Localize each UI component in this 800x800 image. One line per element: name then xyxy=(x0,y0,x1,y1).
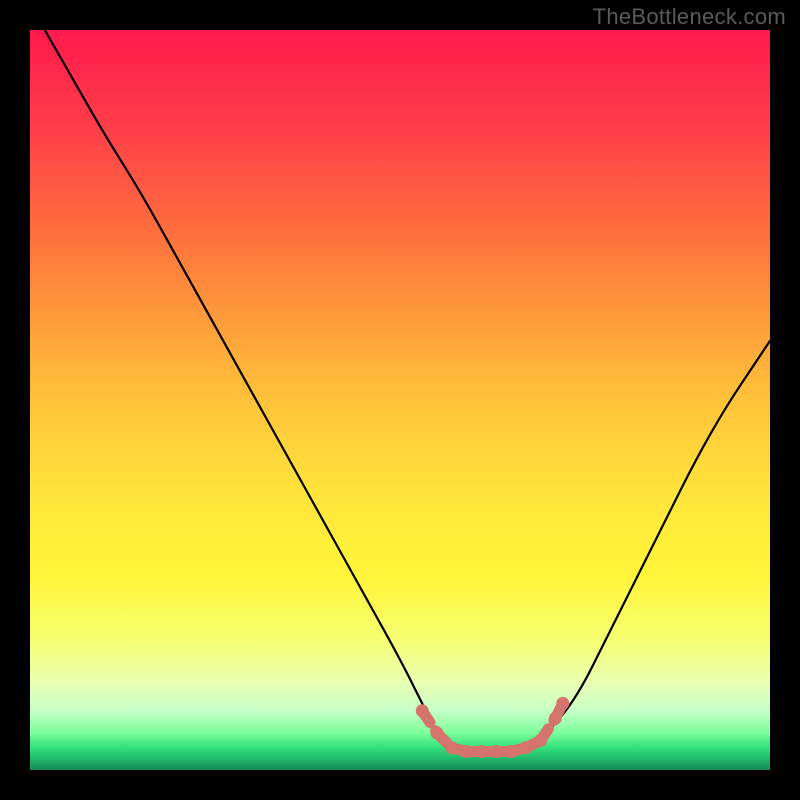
marker-dot xyxy=(445,741,458,754)
marker-dot xyxy=(475,745,488,758)
marker-segment xyxy=(541,718,556,740)
marker-segment xyxy=(452,748,467,752)
marker-segment xyxy=(511,748,526,752)
marker-dot xyxy=(431,727,444,740)
marker-segment xyxy=(526,740,541,747)
marker-dot xyxy=(549,712,562,725)
marker-dot xyxy=(556,697,569,710)
marker-dot xyxy=(416,704,429,717)
marker-dot xyxy=(460,745,473,758)
bottleneck-zone-marker-group xyxy=(416,697,570,758)
chart-frame: TheBottleneck.com xyxy=(0,0,800,800)
watermark-text: TheBottleneck.com xyxy=(593,4,786,30)
plot-area xyxy=(30,30,770,770)
curve-layer xyxy=(30,30,770,770)
marker-segment xyxy=(437,733,452,748)
marker-dot xyxy=(519,741,532,754)
marker-segment xyxy=(422,711,437,733)
marker-dot xyxy=(534,734,547,747)
bottleneck-curve-path xyxy=(45,30,770,755)
marker-dot xyxy=(490,745,503,758)
marker-dot xyxy=(505,745,518,758)
marker-segment xyxy=(555,703,562,718)
